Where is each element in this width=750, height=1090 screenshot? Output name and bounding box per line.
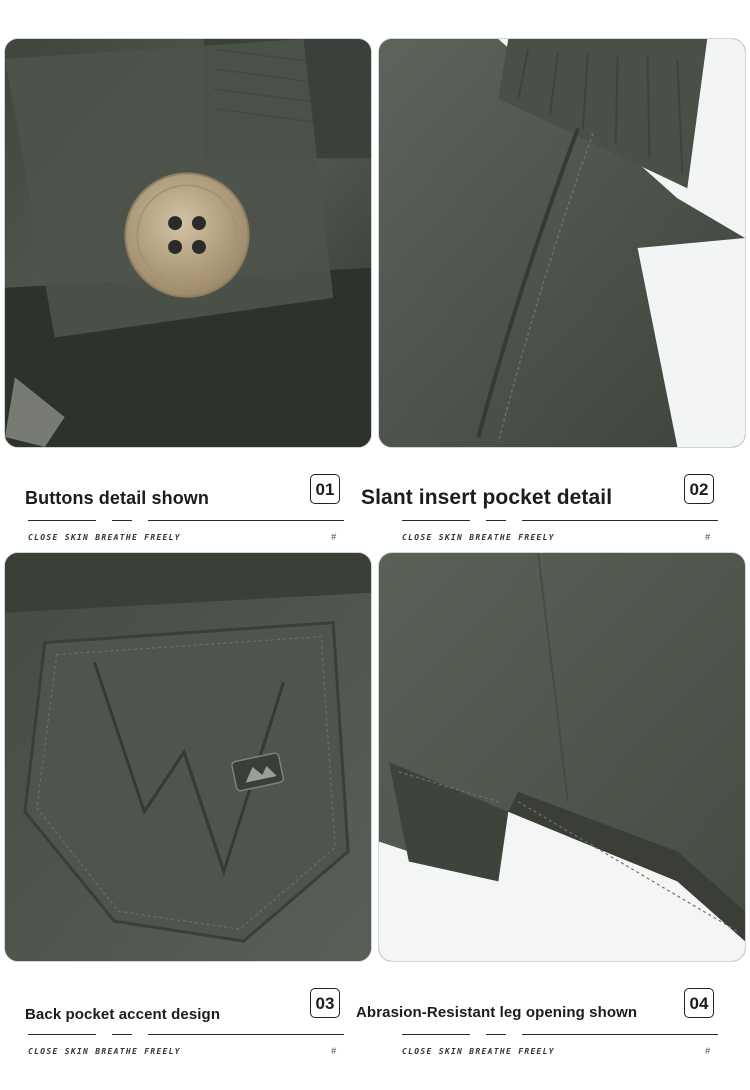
panel-slogan: CLOSE SKIN BREATHE FREELY bbox=[28, 533, 181, 542]
divider bbox=[486, 520, 506, 521]
divider bbox=[28, 1034, 96, 1035]
divider bbox=[486, 1034, 506, 1035]
panel-title: Slant insert pocket detail bbox=[361, 486, 613, 509]
divider bbox=[402, 1034, 470, 1035]
divider bbox=[148, 520, 344, 521]
back-pocket-photo bbox=[4, 552, 372, 962]
panel-title: Buttons detail shown bbox=[25, 488, 209, 508]
hash-mark: # bbox=[704, 1046, 710, 1056]
panel-number-badge: 03 bbox=[310, 988, 340, 1018]
button-closeup-photo bbox=[4, 38, 372, 448]
panel-number-badge: 01 bbox=[310, 474, 340, 504]
divider bbox=[148, 1034, 344, 1035]
panel-slogan: CLOSE SKIN BREATHE FREELY bbox=[28, 1047, 181, 1056]
panel-number-badge: 02 bbox=[684, 474, 714, 504]
divider bbox=[112, 1034, 132, 1035]
panel-title: Abrasion-Resistant leg opening shown bbox=[356, 1004, 638, 1021]
leg-opening-photo bbox=[378, 552, 746, 962]
divider bbox=[402, 520, 470, 521]
panel-number-badge: 04 bbox=[684, 988, 714, 1018]
side-pocket-photo bbox=[378, 38, 746, 448]
panel-slogan: CLOSE SKIN BREATHE FREELY bbox=[402, 533, 555, 542]
hash-mark: # bbox=[704, 532, 710, 542]
panel-slogan: CLOSE SKIN BREATHE FREELY bbox=[402, 1047, 555, 1056]
panel-title: Back pocket accent design bbox=[25, 1006, 221, 1023]
detail-panel-3: Back pocket accent design 03 CLOSE SKIN … bbox=[4, 552, 372, 1064]
detail-panel-1: Buttons detail shown 01 CLOSE SKIN BREAT… bbox=[4, 38, 372, 550]
divider bbox=[28, 520, 96, 521]
detail-panel-2: Slant insert pocket detail 02 CLOSE SKIN… bbox=[361, 38, 746, 550]
divider bbox=[522, 520, 718, 521]
hash-mark: # bbox=[330, 1046, 336, 1056]
hash-mark: # bbox=[330, 532, 336, 542]
detail-panel-4: Abrasion-Resistant leg opening shown 04 … bbox=[356, 552, 746, 1064]
divider bbox=[112, 520, 132, 521]
divider bbox=[522, 1034, 718, 1035]
